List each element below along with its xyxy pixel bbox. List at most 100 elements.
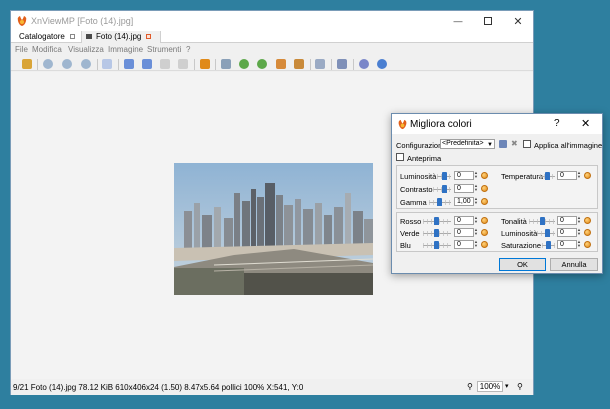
rotate-right-icon[interactable]	[257, 59, 267, 69]
temperature-spinner[interactable]: ▲ ▼	[577, 171, 581, 180]
lightness-reset-icon[interactable]	[584, 229, 591, 236]
zoom-out-status-icon[interactable]: ⚲	[517, 382, 523, 391]
save-preset-icon[interactable]	[499, 140, 507, 148]
temperature-slider-thumb[interactable]	[545, 172, 550, 180]
red-reset-icon[interactable]	[481, 217, 488, 224]
zoom-in-icon[interactable]	[43, 59, 53, 69]
green-input[interactable]: 0	[454, 228, 474, 237]
tab-bar: Catalogatore Foto (14).jpg	[11, 31, 533, 43]
saturation-input[interactable]: 0	[557, 240, 577, 249]
contrast-slider-thumb[interactable]	[442, 185, 447, 193]
menu-modifica[interactable]: Modifica	[32, 45, 62, 54]
hue-reset-icon[interactable]	[584, 217, 591, 224]
dialog-close-button[interactable]: ✕	[581, 117, 590, 130]
xnview-logo-icon	[398, 119, 407, 130]
window-title: XnViewMP [Foto (14).jpg]	[31, 16, 134, 26]
lightness-input[interactable]: 0	[557, 228, 577, 237]
brightness-spinner[interactable]: ▲ ▼	[474, 171, 478, 180]
print-icon[interactable]	[315, 59, 325, 69]
menu-file[interactable]: File	[15, 45, 28, 54]
zoom-level[interactable]: 100%	[477, 381, 503, 392]
browse-icon[interactable]	[22, 59, 32, 69]
blue-input[interactable]: 0	[454, 240, 474, 249]
brightness-input[interactable]: 0	[454, 171, 474, 180]
previous-icon[interactable]	[124, 59, 134, 69]
config-dropdown[interactable]: <Predefinita> ▼	[440, 139, 495, 149]
next-icon[interactable]	[142, 59, 152, 69]
menu-help[interactable]: ?	[186, 45, 190, 54]
preview-label: Anteprima	[407, 154, 442, 163]
contrast-input[interactable]: 0	[454, 184, 474, 193]
maximize-button[interactable]	[473, 11, 503, 31]
brightness-reset-icon[interactable]	[481, 172, 488, 179]
lightness-slider-thumb[interactable]	[545, 229, 550, 237]
saturation-slider-thumb[interactable]	[546, 241, 551, 249]
dialog-title: Migliora colori	[410, 119, 472, 130]
apply-to-image-label: Applica all'immagine	[534, 141, 603, 150]
tab-label: Foto (14).jpg	[96, 32, 142, 41]
saturation-reset-icon[interactable]	[584, 241, 591, 248]
tab-label: Catalogatore	[19, 32, 65, 41]
saturation-spinner[interactable]: ▲ ▼	[577, 240, 581, 249]
cancel-button[interactable]: Annulla	[550, 258, 598, 271]
ok-button[interactable]: OK	[499, 258, 546, 271]
hue-input[interactable]: 0	[557, 216, 577, 225]
preview-checkbox[interactable]	[396, 153, 404, 161]
save-icon[interactable]	[200, 59, 210, 69]
toolbar-separator	[310, 59, 311, 70]
tab-foto[interactable]: Foto (14).jpg	[81, 31, 161, 43]
menu-visualizza[interactable]: Visualizza	[68, 45, 104, 54]
settings-icon[interactable]	[359, 59, 369, 69]
menu-immagine[interactable]: Immagine	[108, 45, 143, 54]
chevron-down-icon: ▼	[487, 142, 493, 148]
toolbar-separator	[353, 59, 354, 70]
blue-reset-icon[interactable]	[481, 241, 488, 248]
fullscreen-icon[interactable]	[102, 59, 112, 69]
tab-close-icon[interactable]	[146, 34, 152, 40]
contrast-reset-icon[interactable]	[481, 185, 488, 192]
image-icon	[86, 34, 92, 40]
red-spinner[interactable]: ▲ ▼	[474, 216, 478, 225]
tab-catalogatore[interactable]: Catalogatore	[15, 31, 75, 43]
zoom-in-status-icon[interactable]: ⚲	[467, 382, 473, 391]
gamma-reset-icon[interactable]	[481, 198, 488, 205]
blue-spinner[interactable]: ▲ ▼	[474, 240, 478, 249]
temperature-reset-icon[interactable]	[584, 172, 591, 179]
grid-icon[interactable]	[337, 59, 347, 69]
minimize-button[interactable]: —	[443, 11, 473, 31]
hue-slider-thumb[interactable]	[540, 217, 545, 225]
gamma-slider-thumb[interactable]	[437, 198, 442, 206]
brightness-slider-thumb[interactable]	[442, 172, 447, 180]
apply-to-image-checkbox[interactable]	[523, 140, 531, 148]
temperature-input[interactable]: 0	[557, 171, 577, 180]
green-spinner[interactable]: ▲ ▼	[474, 228, 478, 237]
delete-preset-icon[interactable]: ✖	[511, 140, 519, 148]
red-input[interactable]: 0	[454, 216, 474, 225]
crop-icon[interactable]	[276, 59, 286, 69]
lightness-spinner[interactable]: ▲ ▼	[577, 228, 581, 237]
blue-slider-thumb[interactable]	[434, 241, 439, 249]
last-icon[interactable]	[178, 59, 188, 69]
contrast-spinner[interactable]: ▲ ▼	[474, 184, 478, 193]
green-reset-icon[interactable]	[481, 229, 488, 236]
zoom-out-icon[interactable]	[62, 59, 72, 69]
gamma-spinner[interactable]: ▲ ▼	[474, 197, 478, 206]
info-icon[interactable]	[377, 59, 387, 69]
help-button[interactable]: ?	[554, 118, 560, 129]
saturation-label: Saturazione	[501, 241, 542, 250]
rotate-left-icon[interactable]	[239, 59, 249, 69]
blue-label: Blu	[400, 241, 411, 250]
zoom-fit-icon[interactable]	[81, 59, 91, 69]
close-button[interactable]: ✕	[503, 11, 533, 31]
tab-close-icon[interactable]	[69, 34, 75, 40]
green-slider-thumb[interactable]	[434, 229, 439, 237]
gamma-input[interactable]: 1,00	[454, 197, 474, 206]
resize-icon[interactable]	[294, 59, 304, 69]
enhance-colors-dialog: Migliora colori ? ✕ Configurazioni: <Pre…	[391, 113, 603, 274]
menu-strumenti[interactable]: Strumenti	[147, 45, 181, 54]
hue-spinner[interactable]: ▲ ▼	[577, 216, 581, 225]
zoom-dropdown-icon[interactable]: ▾	[505, 382, 509, 390]
adjust-icon[interactable]	[221, 59, 231, 69]
red-slider-thumb[interactable]	[434, 217, 439, 225]
first-icon[interactable]	[160, 59, 170, 69]
